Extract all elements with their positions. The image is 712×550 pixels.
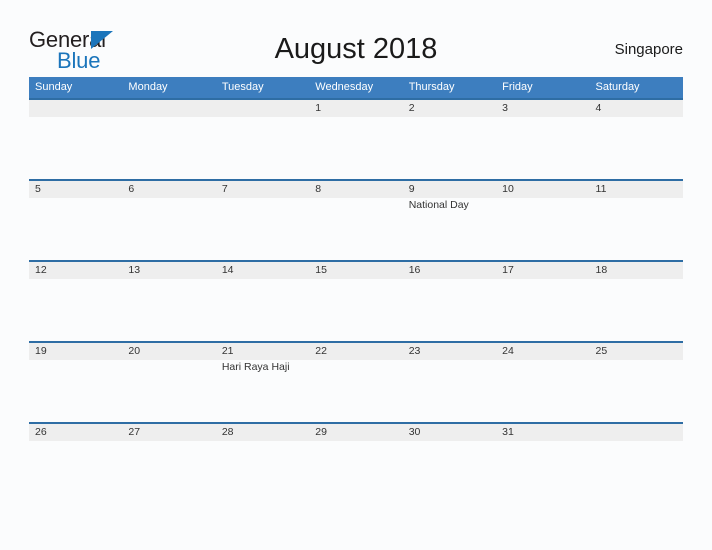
day-number: 12 (35, 264, 47, 276)
calendar-day-cell[interactable]: 5 (29, 179, 122, 260)
calendar-day-cell[interactable]: 14 (216, 260, 309, 341)
calendar-day-cell[interactable]: 6 (122, 179, 215, 260)
calendar-weeks: 1 2 3 4 5 6 7 8 9 National Day 10 11 12 13 14 15 16 17 18 1… (29, 98, 683, 503)
day-number: 8 (315, 183, 322, 195)
calendar-day-cell[interactable]: 10 (496, 179, 589, 260)
calendar-day-cell[interactable]: 18 (590, 260, 683, 341)
calendar-day-cell[interactable]: 7 (216, 179, 309, 260)
day-number: 26 (35, 426, 47, 438)
week-cells: 5 6 7 8 9 National Day 10 11 (29, 179, 683, 260)
calendar-day-cell-empty (29, 98, 122, 179)
calendar-day-cell[interactable]: 4 (590, 98, 683, 179)
day-number: 30 (408, 426, 421, 438)
day-number: 2 (408, 102, 415, 114)
calendar-week-row: 12 13 14 15 16 17 18 (29, 260, 683, 341)
weekday-header-thursday: Thursday (408, 81, 455, 93)
calendar-day-cell[interactable]: 28 (216, 422, 309, 503)
day-number: 7 (221, 183, 228, 195)
day-event-label: National Day (408, 199, 469, 211)
calendar-page: General Blue August 2018 Singapore Sunda… (0, 0, 712, 550)
day-number: 17 (502, 264, 514, 276)
calendar-day-cell[interactable]: 19 (29, 341, 122, 422)
calendar-day-cell[interactable]: 23 (403, 341, 496, 422)
week-cells: 1 2 3 4 (29, 98, 683, 179)
day-number: 29 (315, 426, 327, 438)
day-number: 13 (128, 264, 141, 276)
day-number: 27 (128, 426, 141, 438)
day-number: 10 (502, 183, 514, 195)
calendar-day-cell[interactable]: 3 (496, 98, 589, 179)
day-number: 16 (408, 264, 421, 276)
day-event-label: Hari Raya Haji (221, 361, 290, 373)
page-title: August 2018 (274, 33, 438, 65)
calendar-day-cell[interactable]: 25 (590, 341, 683, 422)
calendar-day-cell[interactable]: 12 (29, 260, 122, 341)
weekday-header-saturday: Saturday (595, 81, 640, 93)
day-number: 3 (502, 102, 508, 114)
weekday-header-sunday: Sunday (35, 81, 73, 93)
day-number: 5 (35, 183, 41, 195)
calendar-day-cell[interactable]: 24 (496, 341, 589, 422)
calendar-day-cell[interactable]: 11 (590, 179, 683, 260)
calendar-day-cell[interactable]: 13 (122, 260, 215, 341)
calendar-day-cell[interactable]: 30 (403, 422, 496, 503)
weekday-header-friday: Friday (502, 81, 533, 93)
calendar-week-row: 19 20 21 Hari Raya Haji 22 23 24 25 (29, 341, 683, 422)
calendar-day-cell[interactable]: 29 (309, 422, 402, 503)
day-number: 21 (221, 345, 234, 357)
day-number: 9 (408, 183, 415, 195)
calendar-week-row: 5 6 7 8 9 National Day 10 11 (29, 179, 683, 260)
calendar-day-cell[interactable]: 31 (496, 422, 589, 503)
region-label: Singapore (614, 41, 683, 58)
day-number: 20 (128, 345, 141, 357)
calendar-day-cell-empty (590, 422, 683, 503)
calendar-day-cell[interactable]: 8 (309, 179, 402, 260)
day-number: 6 (128, 183, 135, 195)
calendar-day-cell[interactable]: 20 (122, 341, 215, 422)
day-number: 24 (502, 345, 514, 357)
day-number: 22 (315, 345, 327, 357)
day-number: 28 (221, 426, 234, 438)
day-number: 19 (35, 345, 47, 357)
calendar-day-cell[interactable]: 17 (496, 260, 589, 341)
week-cells: 12 13 14 15 16 17 18 (29, 260, 683, 341)
calendar-day-cell[interactable]: 16 (403, 260, 496, 341)
day-number: 15 (315, 264, 327, 276)
calendar-day-cell[interactable]: 22 (309, 341, 402, 422)
calendar-day-cell[interactable]: 1 (309, 98, 402, 179)
day-number: 23 (408, 345, 421, 357)
page-header: General Blue August 2018 Singapore (29, 26, 683, 74)
calendar-day-cell[interactable]: 9 National Day (403, 179, 496, 260)
calendar-table: Sunday Monday Tuesday Wednesday Thursday… (29, 77, 683, 503)
weekday-header-wednesday: Wednesday (315, 81, 374, 93)
calendar-day-cell-empty (122, 98, 215, 179)
day-number: 11 (595, 183, 607, 195)
week-cells: 26 27 28 29 30 31 (29, 422, 683, 503)
day-number: 14 (221, 264, 234, 276)
calendar-week-row: 1 2 3 4 (29, 98, 683, 179)
calendar-day-cell[interactable]: 2 (403, 98, 496, 179)
day-number: 31 (502, 426, 514, 438)
weekday-header-row: Sunday Monday Tuesday Wednesday Thursday… (29, 77, 683, 98)
week-cells: 19 20 21 Hari Raya Haji 22 23 24 25 (29, 341, 683, 422)
day-number: 18 (595, 264, 608, 276)
calendar-day-cell[interactable]: 26 (29, 422, 122, 503)
weekday-header-monday: Monday (128, 81, 168, 93)
weekday-header-tuesday: Tuesday (221, 81, 264, 93)
calendar-week-row: 26 27 28 29 30 31 (29, 422, 683, 503)
calendar-day-cell[interactable]: 15 (309, 260, 402, 341)
day-number: 4 (595, 102, 602, 114)
day-number: 1 (315, 102, 322, 114)
day-number: 25 (595, 345, 608, 357)
calendar-day-cell[interactable]: 21 Hari Raya Haji (216, 341, 309, 422)
calendar-day-cell-empty (216, 98, 309, 179)
calendar-day-cell[interactable]: 27 (122, 422, 215, 503)
